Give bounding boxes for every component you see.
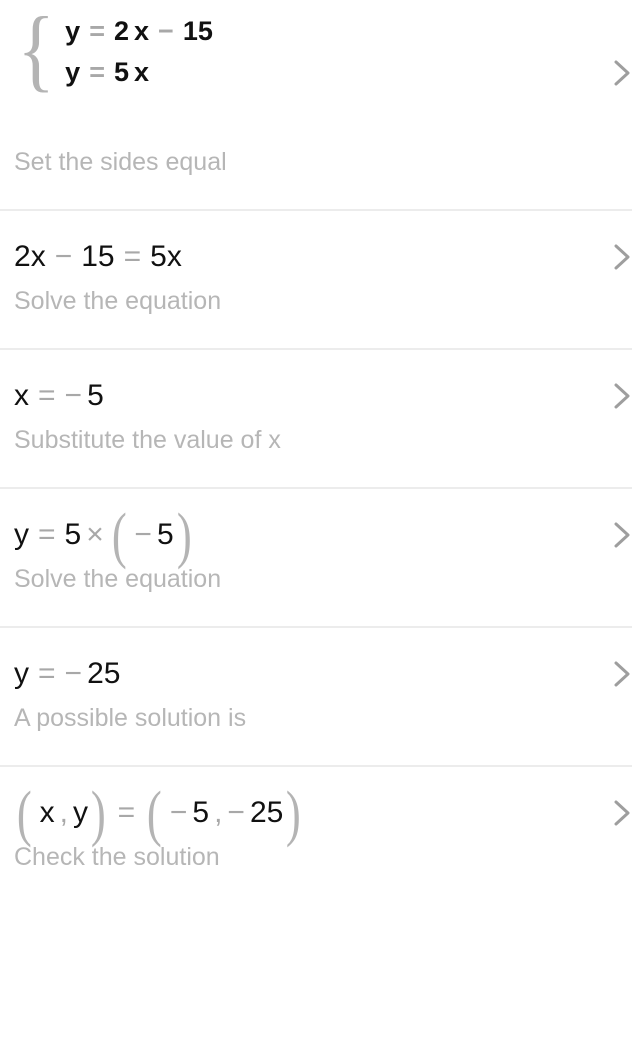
left-brace-icon: { [17,0,55,100]
variable-y: y [14,657,29,690]
equation-line-2: y = 5 x [65,56,213,87]
equation-line-1: y = 2 x −15 [65,15,213,46]
coefficient-2: 2 [14,240,31,273]
solution-step[interactable]: y = 5 ×(−5) Solve the equation [0,489,632,628]
equals-sign: = [38,518,56,551]
chevron-right-icon[interactable] [607,520,632,550]
chevron-right-icon[interactable] [607,381,632,411]
equals-sign: = [89,15,105,46]
value-25: 25 [249,796,284,829]
constant-15: 15 [81,240,115,273]
solution-step[interactable]: x = −5 Substitute the value of x [0,350,632,489]
chevron-right-icon[interactable] [607,798,632,828]
coefficient-2: 2 [113,15,130,46]
value-5: 5 [156,518,174,551]
coefficient-5: 5 [150,240,167,273]
step-expression-row[interactable]: y = 5 ×(−5) [14,489,630,581]
system-equation-lines: y = 2 x −15 y = 5 x [65,15,213,87]
solution-step[interactable]: (x, y) =(−5, −25) Check the solution [0,767,632,904]
coefficient-5: 5 [113,56,130,87]
minus-sign: − [227,796,245,829]
comma: , [214,796,223,829]
equals-sign: = [89,56,105,87]
variable-x: x [134,56,150,87]
variable-x: x [14,379,29,412]
constant-15: 15 [182,15,213,46]
equals-sign: = [38,379,56,412]
solution-step[interactable]: 2 x −15 = 5 x Solve the equation [0,211,632,350]
equals-sign: = [38,657,56,690]
chevron-right-icon[interactable] [607,242,632,272]
comma: , [59,796,68,829]
step-expression-row[interactable]: (x, y) =(−5, −25) [14,767,630,859]
solution-step[interactable]: y = −25 A possible solution is [0,628,632,767]
variable-y: y [73,796,88,829]
step-caption: Set the sides equal [14,148,227,176]
variable-x: x [134,15,150,46]
step-expression-row[interactable]: 2 x −15 = 5 x [14,211,630,303]
step-expression: (x, y) =(−5, −25) [16,780,302,848]
minus-sign: − [64,379,83,412]
variable-x: x [166,240,182,273]
step-expression: y = −25 [14,659,120,689]
step-expression-row[interactable]: { y = 2 x −15 y = 5 x [14,0,630,146]
variable-x: x [39,796,55,829]
minus-sign: − [134,518,152,551]
value-5: 5 [64,518,82,551]
step-expression: y = 5 ×(−5) [14,502,192,570]
equals-sign: = [123,240,142,273]
math-solution-steps-list: { y = 2 x −15 y = 5 x Set the sides equal 2 x −15… [0,0,632,1060]
variable-y: y [65,56,81,87]
multiplication-sign: × [86,518,104,551]
step-expression-row[interactable]: x = −5 [14,350,630,442]
value-5: 5 [87,379,104,412]
minus-sign: − [54,240,73,273]
value-5: 5 [192,796,210,829]
value-25: 25 [87,657,121,690]
step-expression-row[interactable]: y = −25 [14,628,630,720]
minus-sign: − [64,657,83,690]
minus-sign: − [158,15,174,46]
variable-y: y [14,518,29,551]
equals-sign: = [117,796,136,829]
chevron-right-icon[interactable] [607,659,632,689]
step-expression: x = −5 [14,381,104,411]
minus-sign: − [169,796,188,829]
step-expression: 2 x −15 = 5 x [14,242,182,272]
system-of-equations: { y = 2 x −15 y = 5 x [14,0,213,100]
chevron-right-icon[interactable] [607,58,632,88]
variable-y: y [65,15,81,46]
solution-step[interactable]: { y = 2 x −15 y = 5 x Set the sides equal [0,0,632,211]
variable-x: x [30,240,46,273]
